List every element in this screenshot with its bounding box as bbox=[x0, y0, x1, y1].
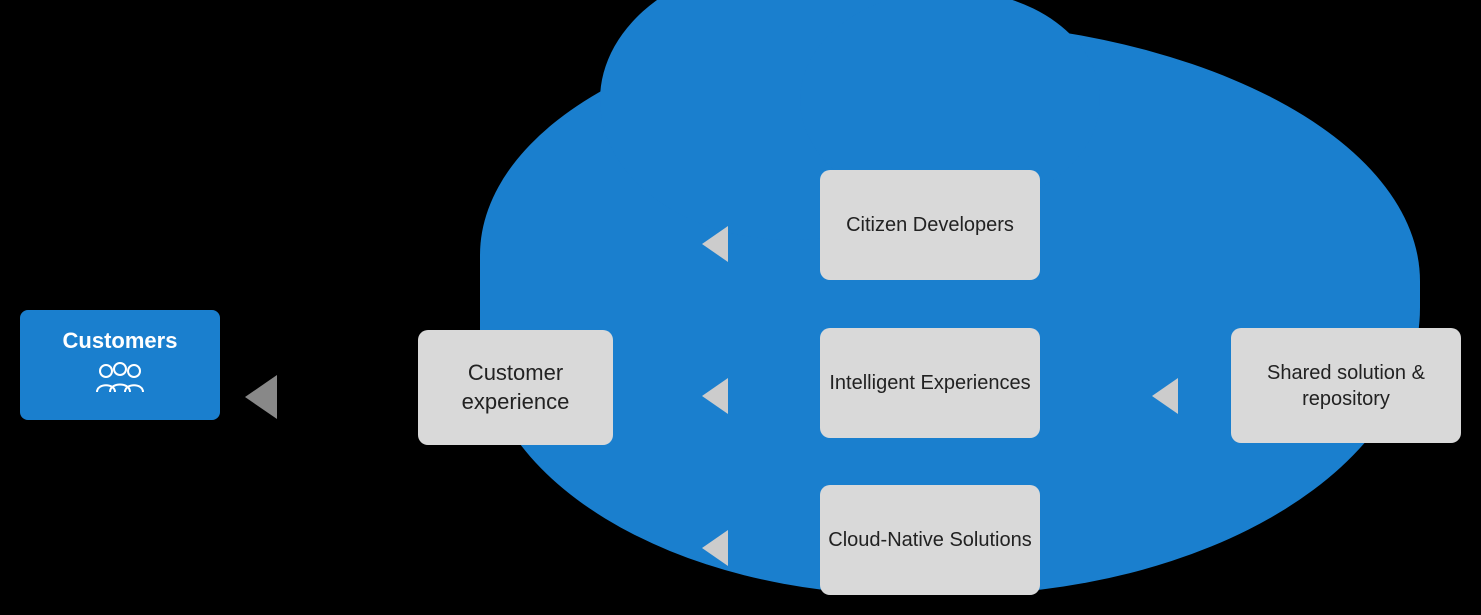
arrow-customers-to-cx bbox=[245, 375, 277, 419]
customers-label: Customers bbox=[63, 328, 178, 354]
customers-icon bbox=[96, 362, 144, 402]
citizen-developers-box: Citizen Developers bbox=[820, 170, 1040, 280]
intelligent-experiences-box: Intelligent Experiences bbox=[820, 328, 1040, 438]
customer-experience-label: Customer experience bbox=[418, 359, 613, 416]
cloud-native-solutions-label: Cloud-Native Solutions bbox=[828, 527, 1031, 553]
shared-solution-label: Shared solution & repository bbox=[1231, 360, 1461, 412]
shared-solution-box: Shared solution & repository bbox=[1231, 328, 1461, 443]
arrow-to-intelligent-exp bbox=[702, 378, 728, 414]
cloud-native-solutions-box: Cloud-Native Solutions bbox=[820, 485, 1040, 595]
customer-experience-box: Customer experience bbox=[418, 330, 613, 445]
citizen-developers-label: Citizen Developers bbox=[846, 212, 1014, 238]
arrow-to-shared-solution bbox=[1152, 378, 1178, 414]
arrow-to-citizen-dev bbox=[702, 226, 728, 262]
intelligent-experiences-label: Intelligent Experiences bbox=[829, 370, 1030, 396]
customers-box: Customers bbox=[20, 310, 220, 420]
diagram-container: Customers Customer experience Citizen De… bbox=[0, 0, 1481, 615]
arrow-to-cloud-native bbox=[702, 530, 728, 566]
